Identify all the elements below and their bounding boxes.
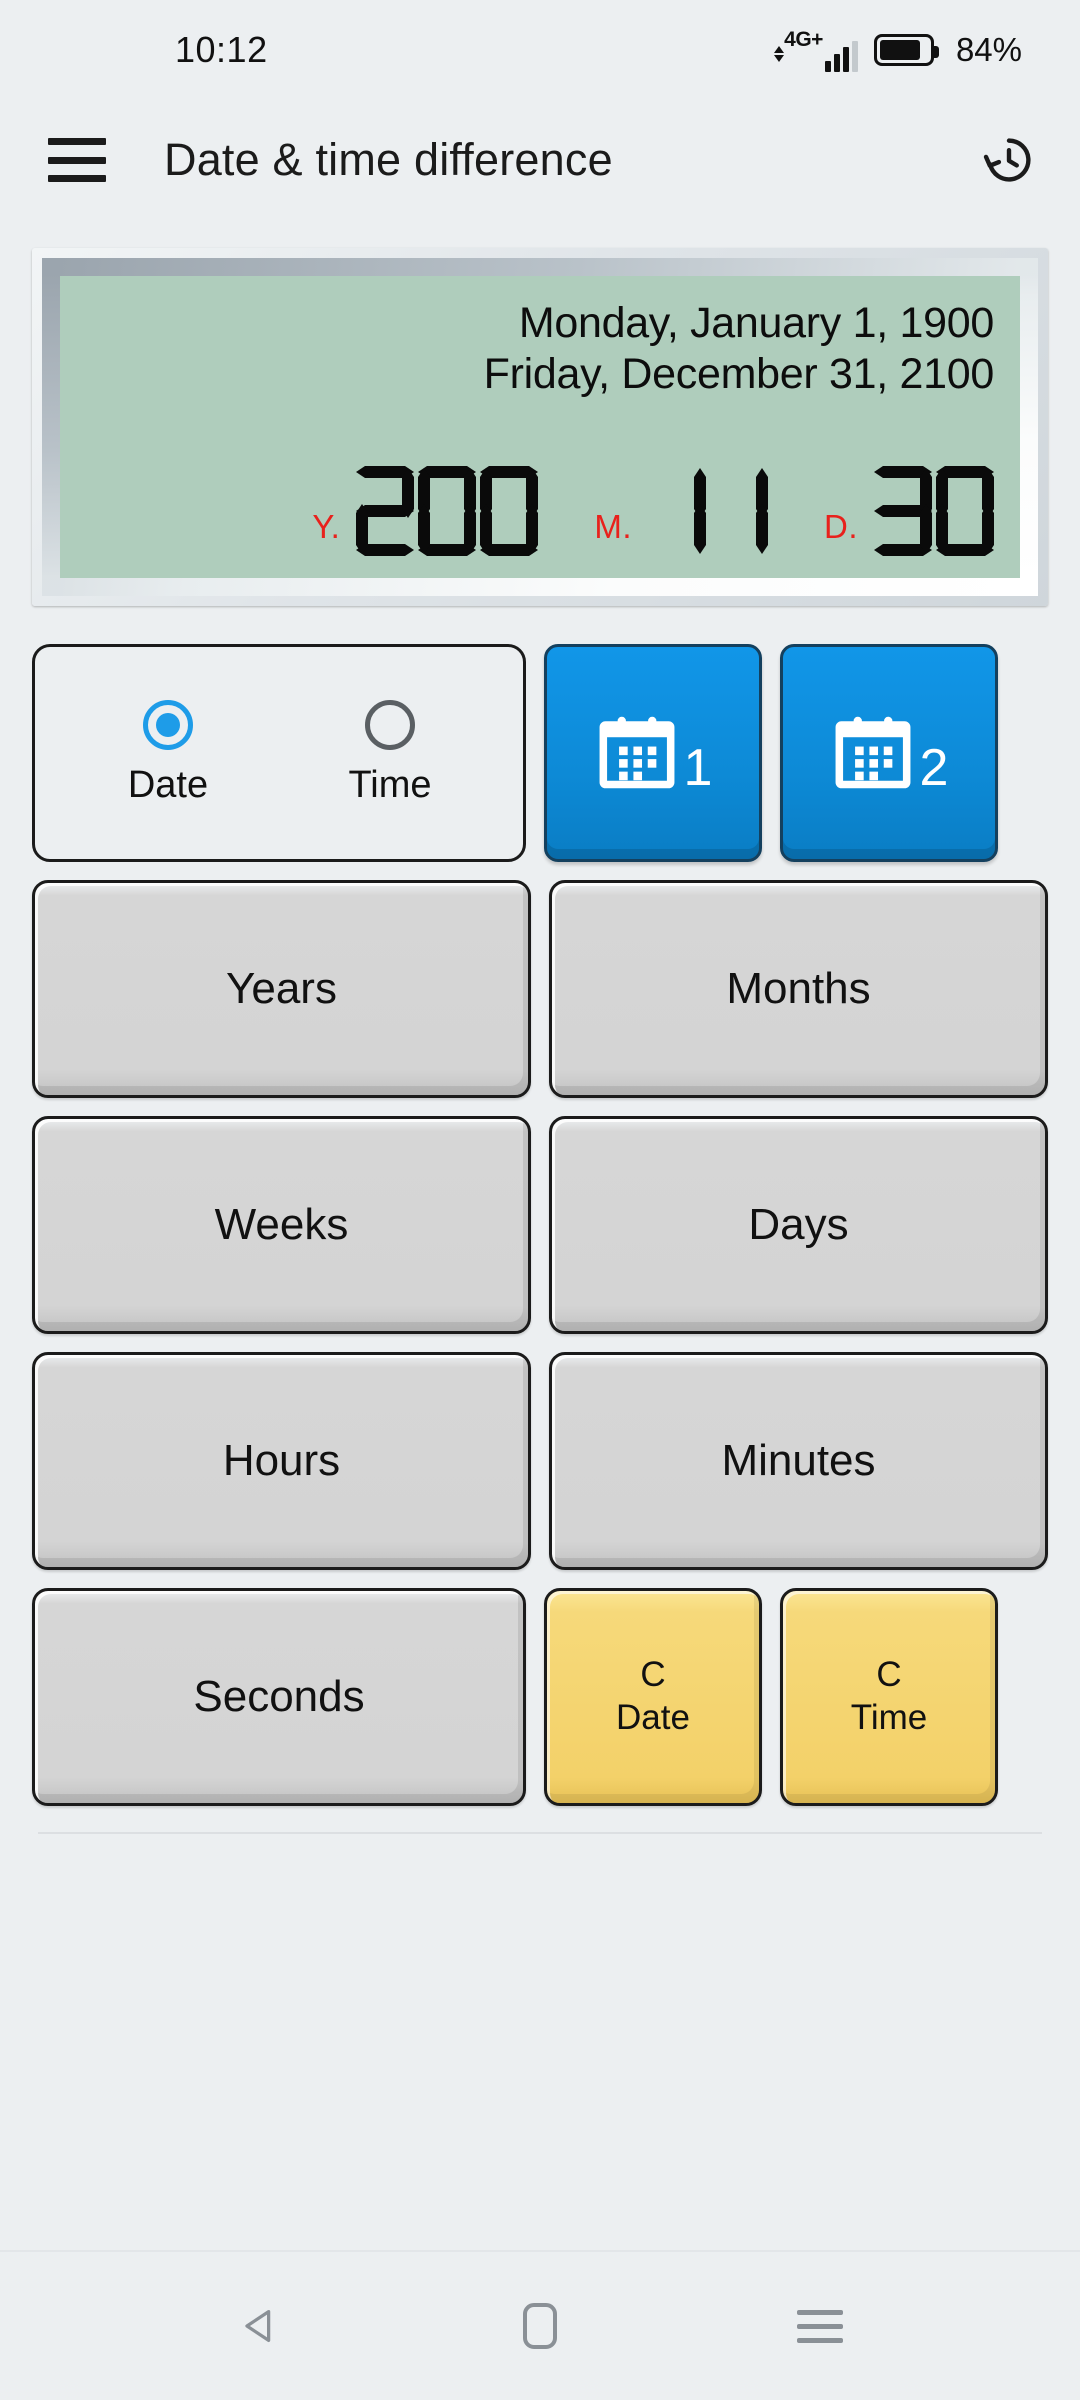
calendar-icon xyxy=(594,710,680,796)
result-display-panel: Monday, January 1, 1900 Friday, December… xyxy=(32,248,1048,606)
history-icon[interactable] xyxy=(978,129,1040,191)
segment-group-y: Y. xyxy=(312,466,539,556)
clear-date-line-2: Date xyxy=(616,1698,690,1737)
segment-result-row: Y. M. D. xyxy=(86,466,994,562)
keypad-row-2: Weeks Days xyxy=(32,1116,1048,1334)
signal-bars-icon: 4G+ xyxy=(774,29,858,72)
unit-key-minutes[interactable]: Minutes xyxy=(549,1352,1048,1570)
seven-segment-digit xyxy=(648,466,706,556)
mode-selector[interactable]: Date Time xyxy=(32,644,526,862)
segment-group-d: D. xyxy=(824,466,994,556)
status-bar: 10:12 4G+ 84% xyxy=(0,0,1080,100)
unit-key-months[interactable]: Months xyxy=(549,880,1048,1098)
radio-button-time[interactable] xyxy=(365,699,415,750)
segment-group-m: M. xyxy=(594,466,768,556)
recents-lines-icon[interactable] xyxy=(765,2271,875,2381)
status-bar-indicators: 4G+ 84% xyxy=(774,29,1022,72)
clear-date-button[interactable]: C Date xyxy=(544,1588,762,1806)
segment-digits xyxy=(356,466,539,556)
battery-percent-label: 84% xyxy=(955,31,1022,68)
home-square-icon[interactable] xyxy=(485,2271,595,2381)
segment-digits xyxy=(648,466,768,556)
network-type-label: 4G+ xyxy=(784,27,823,51)
display-date-line-1: Monday, January 1, 1900 xyxy=(518,299,994,347)
unit-key-days[interactable]: Days xyxy=(549,1116,1048,1334)
calendar-button-1-number: 1 xyxy=(683,739,713,797)
calendar-button-1[interactable]: 1 xyxy=(544,644,762,862)
calendar-button-2-number: 2 xyxy=(919,739,949,797)
segment-digits xyxy=(874,466,994,556)
signal-strength-bars xyxy=(824,40,858,72)
unit-key-seconds[interactable]: Seconds xyxy=(32,1588,526,1806)
unit-key-hours[interactable]: Hours xyxy=(32,1352,531,1570)
keypad: Date Time 1 2 Years Months Weeks Days Ho… xyxy=(32,644,1048,1806)
seven-segment-digit xyxy=(874,466,932,556)
battery-icon xyxy=(873,34,939,66)
segment-label: D. xyxy=(824,508,858,545)
seven-segment-digit xyxy=(480,466,539,556)
segment-label: M. xyxy=(594,508,632,545)
keypad-row-3: Hours Minutes xyxy=(32,1352,1048,1570)
unit-key-weeks[interactable]: Weeks xyxy=(32,1116,531,1334)
display-bevel: Monday, January 1, 1900 Friday, December… xyxy=(42,258,1038,596)
radio-label-date: Date xyxy=(127,763,209,806)
back-triangle-icon[interactable] xyxy=(205,2271,315,2381)
radio-label-time: Time xyxy=(348,763,432,806)
clear-date-line-1: C xyxy=(640,1655,666,1695)
display-date-line-2: Friday, December 31, 2100 xyxy=(483,349,995,398)
radio-button-date[interactable] xyxy=(143,699,193,750)
segment-label: Y. xyxy=(312,508,341,545)
app-bar: Date & time difference xyxy=(0,100,1080,220)
clear-time-line-2: Time xyxy=(850,1698,928,1737)
lcd-screen: Monday, January 1, 1900 Friday, December… xyxy=(60,276,1020,578)
seven-segment-digit xyxy=(936,466,994,556)
hamburger-menu-icon[interactable] xyxy=(48,138,106,182)
data-transfer-icon xyxy=(774,45,785,62)
keypad-row-1: Years Months xyxy=(32,880,1048,1098)
calendar-button-2[interactable]: 2 xyxy=(780,644,998,862)
seven-segment-digit xyxy=(418,466,477,556)
calendar-icon xyxy=(830,710,916,796)
radio-option-date[interactable]: Date xyxy=(78,699,258,807)
unit-key-years[interactable]: Years xyxy=(32,880,531,1098)
keypad-row-4: Seconds C Date C Time xyxy=(32,1588,1048,1806)
content-divider xyxy=(38,1832,1042,1834)
seven-segment-digit xyxy=(710,466,768,556)
page-title: Date & time difference xyxy=(164,134,613,185)
radio-option-time[interactable]: Time xyxy=(300,699,480,807)
status-bar-clock: 10:12 xyxy=(175,29,268,70)
clear-time-button[interactable]: C Time xyxy=(780,1588,998,1806)
keypad-row-mode: Date Time 1 2 xyxy=(32,644,1048,862)
system-navigation-bar xyxy=(0,2250,1080,2400)
seven-segment-digit xyxy=(356,466,415,556)
clear-time-line-1: C xyxy=(876,1655,902,1695)
